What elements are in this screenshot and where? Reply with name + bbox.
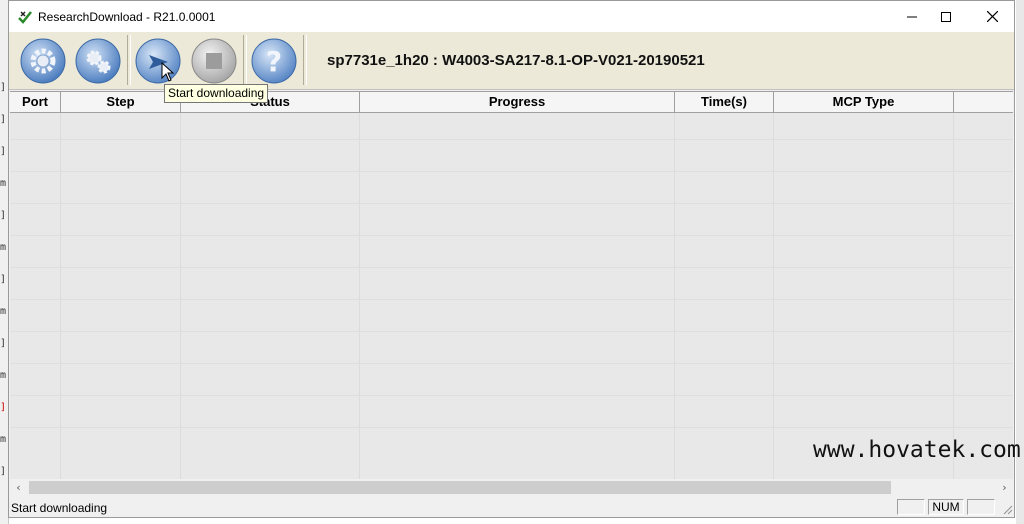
grid-row-line — [10, 363, 1013, 364]
maximize-icon — [941, 11, 951, 22]
scroll-right-arrow-icon[interactable]: › — [996, 479, 1013, 496]
status-pane-empty — [897, 499, 925, 515]
toolbar-separator — [303, 35, 307, 85]
grid-column-line — [180, 113, 181, 479]
horizontal-scrollbar[interactable]: ‹ › — [10, 479, 1013, 496]
port-list-grid[interactable]: Port Step Status Progress Time(s) MCP Ty… — [10, 91, 1013, 479]
status-text: Start downloading — [11, 501, 108, 515]
column-header-time[interactable]: Time(s) — [675, 92, 774, 112]
grid-row-line — [10, 203, 1013, 204]
firmware-title: sp7731e_1h20 : W4003-SA217-8.1-OP-V021-2… — [327, 52, 705, 69]
grid-column-line — [953, 113, 954, 479]
grid-header: Port Step Status Progress Time(s) MCP Ty… — [10, 91, 1013, 113]
help-button[interactable]: ? — [250, 37, 298, 85]
settings-button[interactable] — [74, 37, 122, 85]
status-pane-empty — [967, 499, 995, 515]
grid-row-line — [10, 267, 1013, 268]
grid-column-line — [674, 113, 675, 479]
close-button[interactable] — [969, 1, 1015, 32]
grid-column-line — [359, 113, 360, 479]
resize-grip-icon[interactable] — [1001, 503, 1013, 515]
grid-row-line — [10, 171, 1013, 172]
maximize-button[interactable] — [923, 1, 969, 32]
minimize-icon — [907, 16, 917, 17]
column-header-mcp-type[interactable]: MCP Type — [774, 92, 954, 112]
toolbar: ? sp7731e_1h20 : W4003-SA217-8.1-OP-V021… — [9, 32, 1014, 90]
toolbar-separator — [243, 35, 247, 85]
grid-column-line — [773, 113, 774, 479]
column-header-progress[interactable]: Progress — [360, 92, 675, 112]
column-header-filler — [954, 92, 1013, 112]
grid-row-line — [10, 427, 1013, 428]
grid-row-line — [10, 331, 1013, 332]
tooltip: Start downloading — [164, 84, 269, 103]
gear-icon — [20, 38, 66, 84]
grid-row-line — [10, 395, 1013, 396]
scrollbar-thumb[interactable] — [29, 481, 891, 494]
scroll-left-arrow-icon[interactable]: ‹ — [10, 479, 27, 496]
toolbar-separator — [127, 35, 131, 85]
research-download-window: ResearchDownload - R21.0.0001 ? sp7731e_… — [8, 0, 1021, 518]
load-packet-button[interactable] — [19, 37, 67, 85]
window-title: ResearchDownload - R21.0.0001 — [38, 10, 216, 24]
svg-text:?: ? — [266, 45, 282, 78]
question-icon: ? — [251, 38, 297, 84]
title-bar: ResearchDownload - R21.0.0001 — [9, 1, 1014, 32]
grid-row-line — [10, 139, 1013, 140]
gears-icon — [75, 38, 121, 84]
app-icon — [18, 11, 32, 24]
grid-row-line — [10, 299, 1013, 300]
stop-icon — [191, 38, 237, 84]
grid-row-line — [10, 235, 1013, 236]
grid-column-line — [60, 113, 61, 479]
column-header-step[interactable]: Step — [61, 92, 181, 112]
close-icon — [986, 11, 998, 22]
watermark-text: www.hovatek.com — [813, 437, 1021, 463]
stop-download-button[interactable] — [190, 37, 238, 85]
mouse-cursor-icon — [161, 62, 175, 82]
column-header-port[interactable]: Port — [10, 92, 61, 112]
num-lock-indicator: NUM — [928, 499, 964, 515]
status-bar: Start downloading NUM — [9, 497, 1014, 517]
